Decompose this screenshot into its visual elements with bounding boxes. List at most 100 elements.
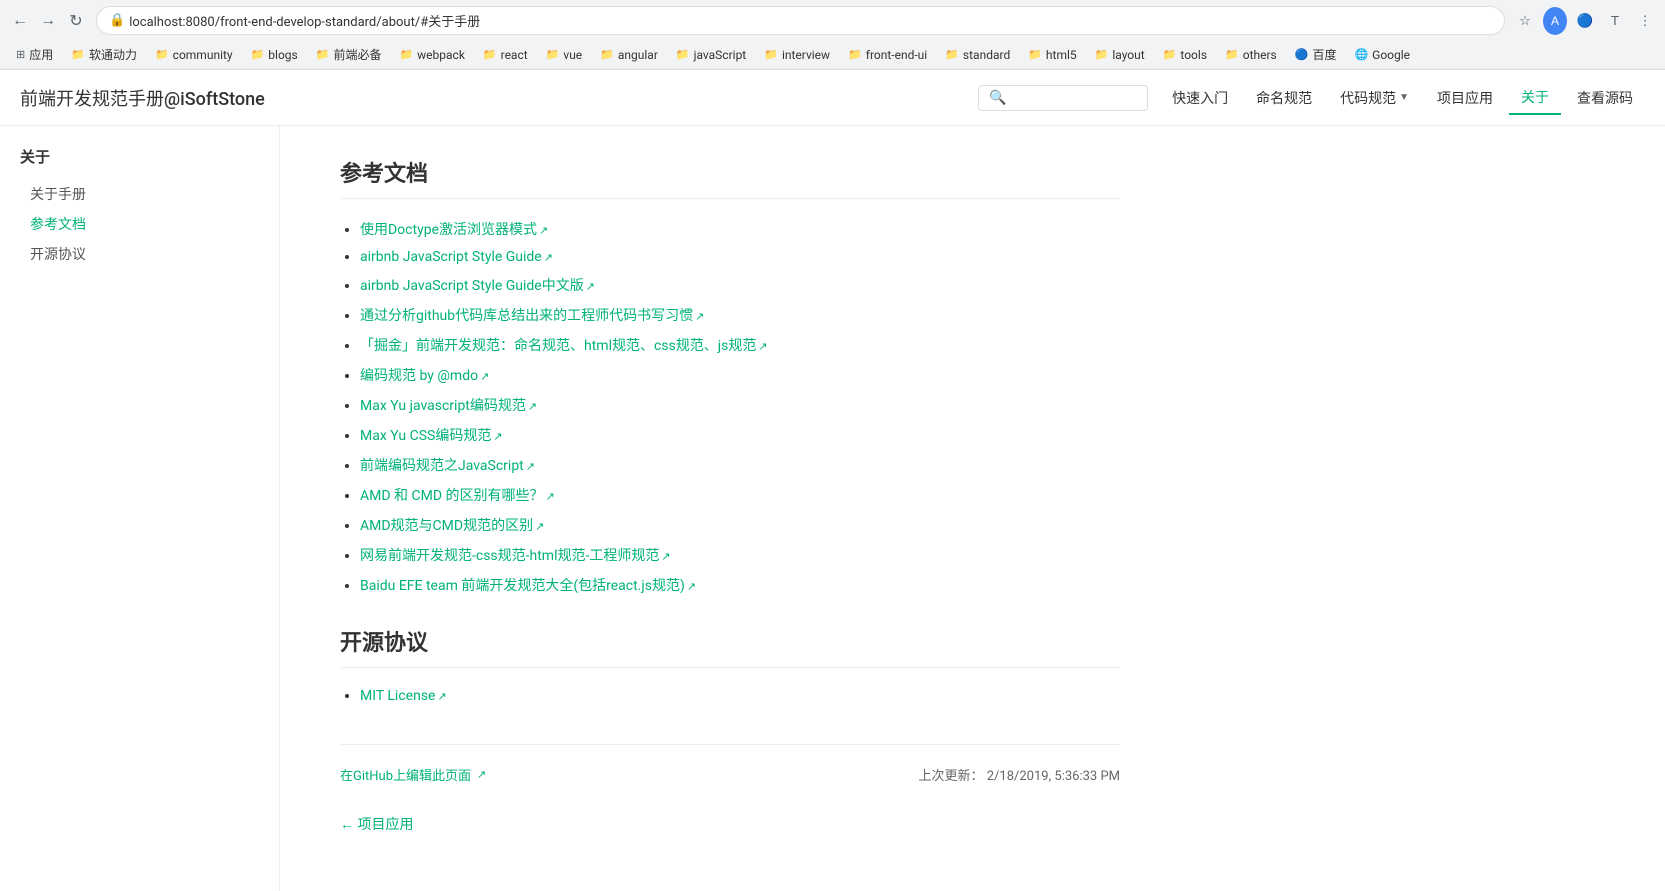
link-text: 前端编码规范之JavaScript: [360, 458, 524, 474]
browser-actions: ☆ A 🔵 T ⋮: [1513, 9, 1657, 33]
ref-link-9[interactable]: 前端编码规范之JavaScript↗: [360, 458, 535, 474]
bookmark-frontend-ui[interactable]: 📁 front-end-ui: [840, 46, 935, 64]
list-item: MIT License↗: [360, 688, 1120, 704]
bookmark-community[interactable]: 📁 community: [147, 46, 241, 64]
bookmark-blogs[interactable]: 📁 blogs: [243, 46, 306, 64]
bookmark-vue[interactable]: 📁 vue: [538, 46, 591, 64]
sidebar-section-title: 关于: [20, 146, 259, 167]
address-bar[interactable]: 🔒 localhost:8080/front-end-develop-stand…: [96, 6, 1505, 35]
prev-arrow: ←: [340, 817, 354, 833]
bookmark-others[interactable]: 📁 others: [1217, 46, 1285, 64]
ref-link-3[interactable]: airbnb JavaScript Style Guide中文版↗: [360, 278, 595, 294]
bookmark-react[interactable]: 📁 react: [475, 46, 536, 64]
forward-button[interactable]: →: [36, 9, 60, 33]
browser-toolbar: ← → ↻ 🔒 localhost:8080/front-end-develop…: [0, 0, 1665, 41]
list-item: 编码规范 by @mdo↗: [360, 365, 1120, 385]
search-bar[interactable]: 🔍: [978, 85, 1148, 111]
bookmark-webpack[interactable]: 📁 webpack: [391, 46, 472, 64]
folder-icon: 📁: [316, 48, 330, 61]
folder-icon: 📁: [1225, 48, 1239, 61]
main-layout: 关于 关于手册 参考文档 开源协议 参考文档 使用Doctype激活浏览器模式↗…: [0, 126, 1665, 891]
ref-link-11[interactable]: AMD规范与CMD规范的区别↗: [360, 518, 544, 534]
external-link-icon: ↗: [480, 370, 489, 383]
ref-link-1[interactable]: 使用Doctype激活浏览器模式↗: [360, 222, 548, 238]
sidebar-item-about-manual[interactable]: 关于手册: [20, 179, 259, 209]
reload-button[interactable]: ↻: [64, 9, 88, 33]
sidebar-item-open-source[interactable]: 开源协议: [20, 239, 259, 269]
link-text: 编码规范 by @mdo: [360, 368, 478, 384]
bookmark-apps[interactable]: ⊞ 应用: [8, 44, 61, 65]
edit-on-github-link[interactable]: 在GitHub上编辑此页面 ↗: [340, 765, 486, 784]
list-item: airbnb JavaScript Style Guide↗: [360, 249, 1120, 265]
nav-naming-rules[interactable]: 命名规范: [1244, 82, 1324, 114]
nav-quick-start[interactable]: 快速入门: [1160, 82, 1240, 114]
ref-link-5[interactable]: 「掘金」前端开发规范：命名规范、html规范、css规范、js规范↗: [360, 338, 768, 354]
bookmark-label: Google: [1372, 48, 1410, 62]
bookmark-angular[interactable]: 📁 angular: [592, 46, 666, 64]
bookmark-google[interactable]: 🌐 Google: [1346, 46, 1418, 64]
bookmark-star-button[interactable]: ☆: [1513, 9, 1537, 33]
app-header: 前端开发规范手册@iSoftStone 🔍 快速入门 命名规范 代码规范 ▼ 项…: [0, 70, 1665, 126]
folder-icon: 📁: [848, 48, 862, 61]
ref-link-7[interactable]: Max Yu javascript编码规范↗: [360, 398, 537, 414]
mit-license-link[interactable]: MIT License↗: [360, 688, 447, 704]
search-input[interactable]: [1013, 90, 1143, 105]
list-item: 前端编码规范之JavaScript↗: [360, 455, 1120, 475]
bookmark-layout[interactable]: 📁 layout: [1087, 46, 1153, 64]
bookmark-frontend-required[interactable]: 📁 前端必备: [308, 44, 390, 65]
external-link-icon: ↗: [539, 224, 548, 237]
list-item: Max Yu CSS编码规范↗: [360, 425, 1120, 445]
link-text: 「掘金」前端开发规范：命名规范、html规范、css规范、js规范: [360, 338, 756, 354]
bookmarks-bar: ⊞ 应用 📁 软通动力 📁 community 📁 blogs 📁 前端必备 📁…: [0, 41, 1665, 69]
google-icon: 🌐: [1354, 48, 1368, 61]
ref-link-10[interactable]: AMD 和 CMD 的区别有哪些？↗: [360, 488, 555, 504]
external-link-icon: ↗: [758, 340, 767, 353]
ref-link-6[interactable]: 编码规范 by @mdo↗: [360, 368, 489, 384]
list-item: AMD 和 CMD 的区别有哪些？↗: [360, 485, 1120, 505]
link-text: 使用Doctype激活浏览器模式: [360, 222, 537, 238]
link-text: Baidu EFE team 前端开发规范大全(包括react.js规范): [360, 578, 685, 594]
profile-button[interactable]: A: [1543, 9, 1567, 33]
nav-view-source[interactable]: 查看源码: [1565, 82, 1645, 114]
bookmark-label: 软通动力: [89, 46, 137, 63]
bookmark-label: 前端必备: [333, 46, 381, 63]
list-item: Baidu EFE team 前端开发规范大全(包括react.js规范)↗: [360, 575, 1120, 595]
link-text: Max Yu CSS编码规范: [360, 428, 491, 444]
ref-link-2[interactable]: airbnb JavaScript Style Guide↗: [360, 249, 553, 265]
page-footer: 在GitHub上编辑此页面 ↗ 上次更新： 2/18/2019, 5:36:33…: [340, 744, 1120, 784]
bookmark-html5[interactable]: 📁 html5: [1020, 46, 1084, 64]
nav-code-rules[interactable]: 代码规范 ▼: [1328, 82, 1421, 114]
bookmark-label: front-end-ui: [866, 48, 927, 62]
browser-chrome: ← → ↻ 🔒 localhost:8080/front-end-develop…: [0, 0, 1665, 70]
list-item: 网易前端开发规范-css规范-html规范-工程师规范↗: [360, 545, 1120, 565]
bookmark-baidu[interactable]: 🔵 百度: [1287, 44, 1345, 65]
link-text: 通过分析github代码库总结出来的工程师代码书写习惯: [360, 308, 693, 324]
translate-button[interactable]: T: [1603, 9, 1627, 33]
link-text: airbnb JavaScript Style Guide: [360, 249, 542, 265]
bookmark-label: community: [173, 48, 233, 62]
bookmark-label: others: [1243, 48, 1277, 62]
sidebar-item-reference-docs[interactable]: 参考文档: [20, 209, 259, 239]
bookmark-standard[interactable]: 📁 standard: [937, 46, 1018, 64]
bookmark-tools[interactable]: 📁 tools: [1155, 46, 1215, 64]
prev-link[interactable]: ← 项目应用: [340, 817, 413, 833]
open-source-list: MIT License↗: [340, 688, 1120, 704]
browser-nav-buttons: ← → ↻: [8, 9, 88, 33]
ref-link-4[interactable]: 通过分析github代码库总结出来的工程师代码书写习惯↗: [360, 308, 704, 324]
menu-button[interactable]: ⋮: [1633, 9, 1657, 33]
ref-link-8[interactable]: Max Yu CSS编码规范↗: [360, 428, 503, 444]
bookmark-label: angular: [618, 48, 658, 62]
extension-button[interactable]: 🔵: [1573, 9, 1597, 33]
bookmark-ruantong[interactable]: 📁 软通动力: [63, 44, 145, 65]
app-title: 前端开发规范手册@iSoftStone: [20, 85, 978, 111]
ref-link-12[interactable]: 网易前端开发规范-css规范-html规范-工程师规范↗: [360, 548, 671, 564]
nav-project-app[interactable]: 项目应用: [1425, 82, 1505, 114]
ref-link-13[interactable]: Baidu EFE team 前端开发规范大全(包括react.js规范)↗: [360, 578, 696, 594]
open-source-section: 开源协议 MIT License↗: [340, 625, 1120, 704]
bookmark-interview[interactable]: 📁 interview: [756, 46, 838, 64]
bookmark-javascript[interactable]: 📁 javaScript: [668, 46, 754, 64]
nav-about[interactable]: 关于: [1509, 81, 1561, 115]
back-button[interactable]: ←: [8, 9, 32, 33]
bookmark-label: html5: [1046, 48, 1077, 62]
external-link-icon: ↗: [526, 460, 535, 473]
